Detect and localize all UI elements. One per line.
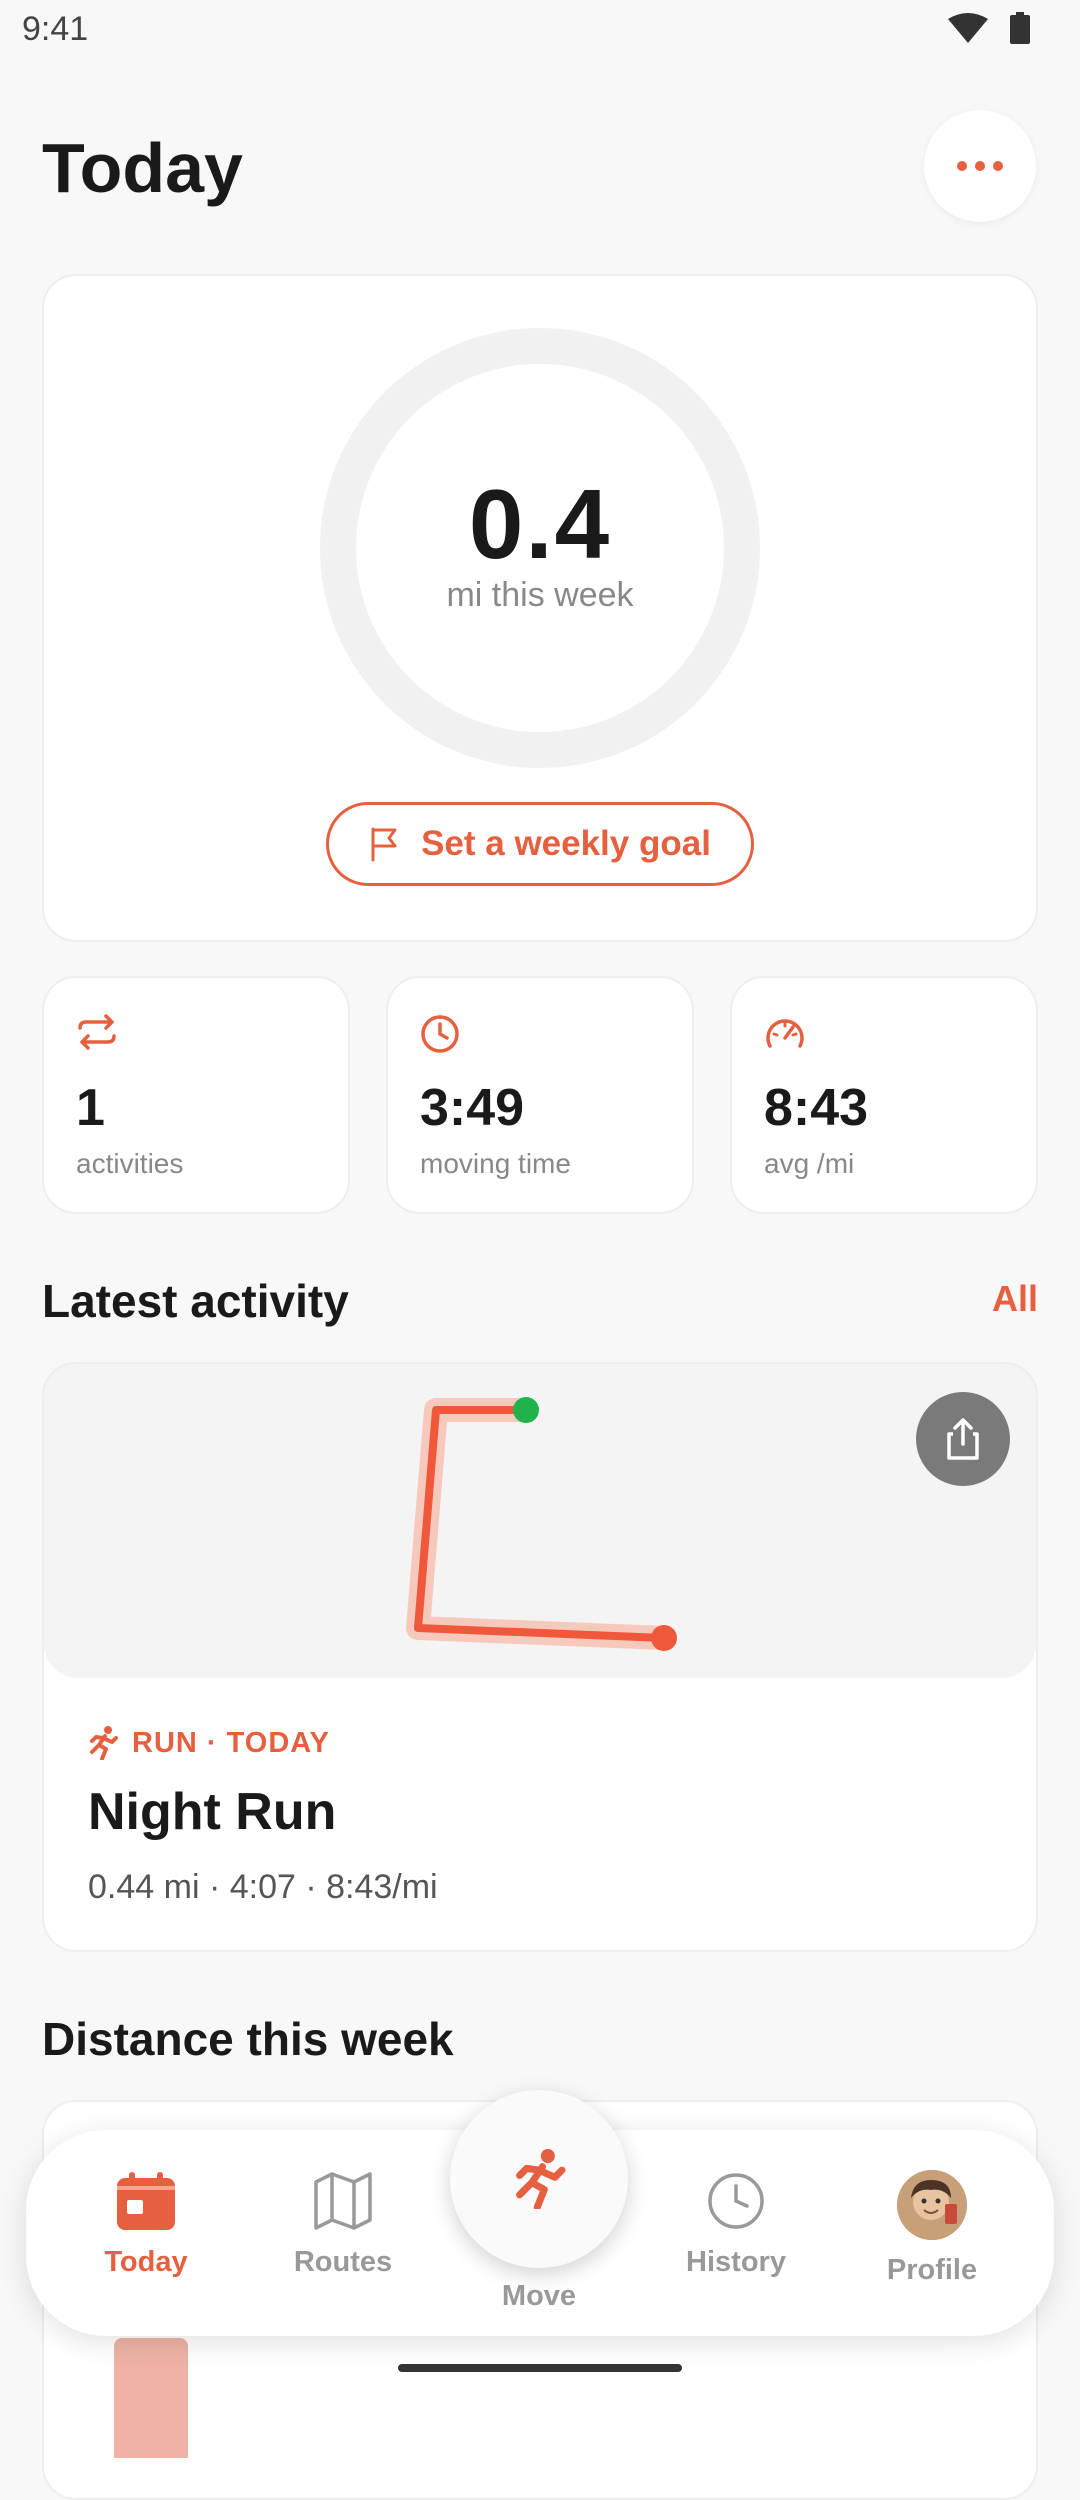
clock-icon (708, 2173, 764, 2229)
all-activities-link[interactable]: All (992, 1278, 1038, 1320)
weekly-distance-value: 0.4 (468, 469, 612, 579)
stat-value: 8:43 (764, 1079, 869, 1137)
stat-value: 3:49 (420, 1079, 525, 1137)
stat-card-activities: 1 activities (42, 976, 350, 1214)
tab-label: Today (104, 2246, 188, 2278)
status-icons (948, 12, 1030, 44)
tab-history[interactable]: History (656, 2170, 816, 2279)
route-start-marker (513, 1397, 539, 1423)
tab-today[interactable]: Today (66, 2170, 226, 2279)
more-dots-icon (957, 161, 1003, 171)
move-button[interactable] (450, 2090, 628, 2268)
flag-icon (371, 827, 397, 862)
calendar-icon (117, 2172, 175, 2230)
map-icon (314, 2172, 372, 2230)
share-icon (947, 1418, 979, 1460)
route-map (44, 1364, 1036, 1678)
tab-label: Routes (293, 2246, 393, 2278)
tab-label: History (686, 2246, 786, 2278)
stat-value: 1 (76, 1079, 105, 1137)
status-time: 9:41 (22, 10, 89, 48)
activity-tag-label: RUN · TODAY (132, 1726, 330, 1759)
speedometer-icon (766, 1019, 804, 1048)
stat-label: activities (76, 1148, 184, 1179)
route-end-marker (651, 1625, 677, 1651)
share-button[interactable] (916, 1392, 1010, 1486)
battery-icon (1010, 12, 1030, 44)
stat-card-avg-pace: 8:43 avg /mi (730, 976, 1038, 1214)
page-title: Today (42, 129, 243, 207)
distance-bar (114, 2338, 188, 2458)
home-indicator (398, 2364, 682, 2372)
runner-icon (516, 2149, 566, 2209)
latest-activity-card[interactable]: RUN · TODAY Night Run 0.44 mi · 4:07 · 8… (42, 1362, 1038, 1952)
more-options-button[interactable] (924, 110, 1036, 222)
route-trace (406, 1397, 677, 1651)
stat-card-moving-time: 3:49 moving time (386, 976, 694, 1214)
wifi-icon (948, 13, 988, 43)
tab-routes[interactable]: Routes (263, 2170, 423, 2279)
runner-icon (90, 1726, 118, 1760)
stat-label: avg /mi (764, 1148, 855, 1179)
clock-icon (421, 1015, 459, 1053)
set-weekly-goal-button[interactable]: Set a weekly goal (326, 802, 754, 886)
weekly-distance-unit: mi this week (446, 576, 634, 614)
activity-title: Night Run (88, 1783, 337, 1841)
set-weekly-goal-label: Set a weekly goal (421, 824, 711, 863)
activity-stats: 0.44 mi · 4:07 · 8:43/mi (88, 1868, 438, 1906)
tab-profile[interactable]: Profile (852, 2170, 1012, 2287)
latest-activity-title: Latest activity (42, 1275, 349, 1327)
avatar (897, 2170, 967, 2240)
move-label: Move (501, 2280, 577, 2312)
repeat-icon (78, 1014, 116, 1050)
distance-this-week-title: Distance this week (42, 2013, 454, 2065)
activity-type-tag: RUN · TODAY (88, 1726, 330, 1760)
stat-label: moving time (420, 1148, 571, 1179)
tab-label: Profile (886, 2254, 978, 2286)
